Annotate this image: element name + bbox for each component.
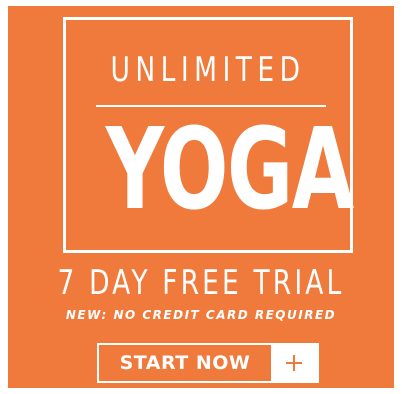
headline-unlimited: UNLIMITED [110, 50, 306, 90]
start-now-button[interactable]: START NOW [97, 343, 319, 383]
headline-yoga: YOGA [105, 105, 354, 235]
no-credit-card-note: NEW: NO CREDIT CARD REQUIRED [65, 308, 337, 322]
yoga-promo-banner: UNLIMITED YOGA 7 DAY FREE TRIAL NEW: NO … [8, 6, 394, 388]
start-now-label: START NOW [119, 352, 251, 374]
headline-frame: UNLIMITED YOGA [63, 17, 354, 253]
plus-icon [271, 345, 317, 381]
free-trial-text: 7 DAY FREE TRIAL [57, 263, 345, 303]
